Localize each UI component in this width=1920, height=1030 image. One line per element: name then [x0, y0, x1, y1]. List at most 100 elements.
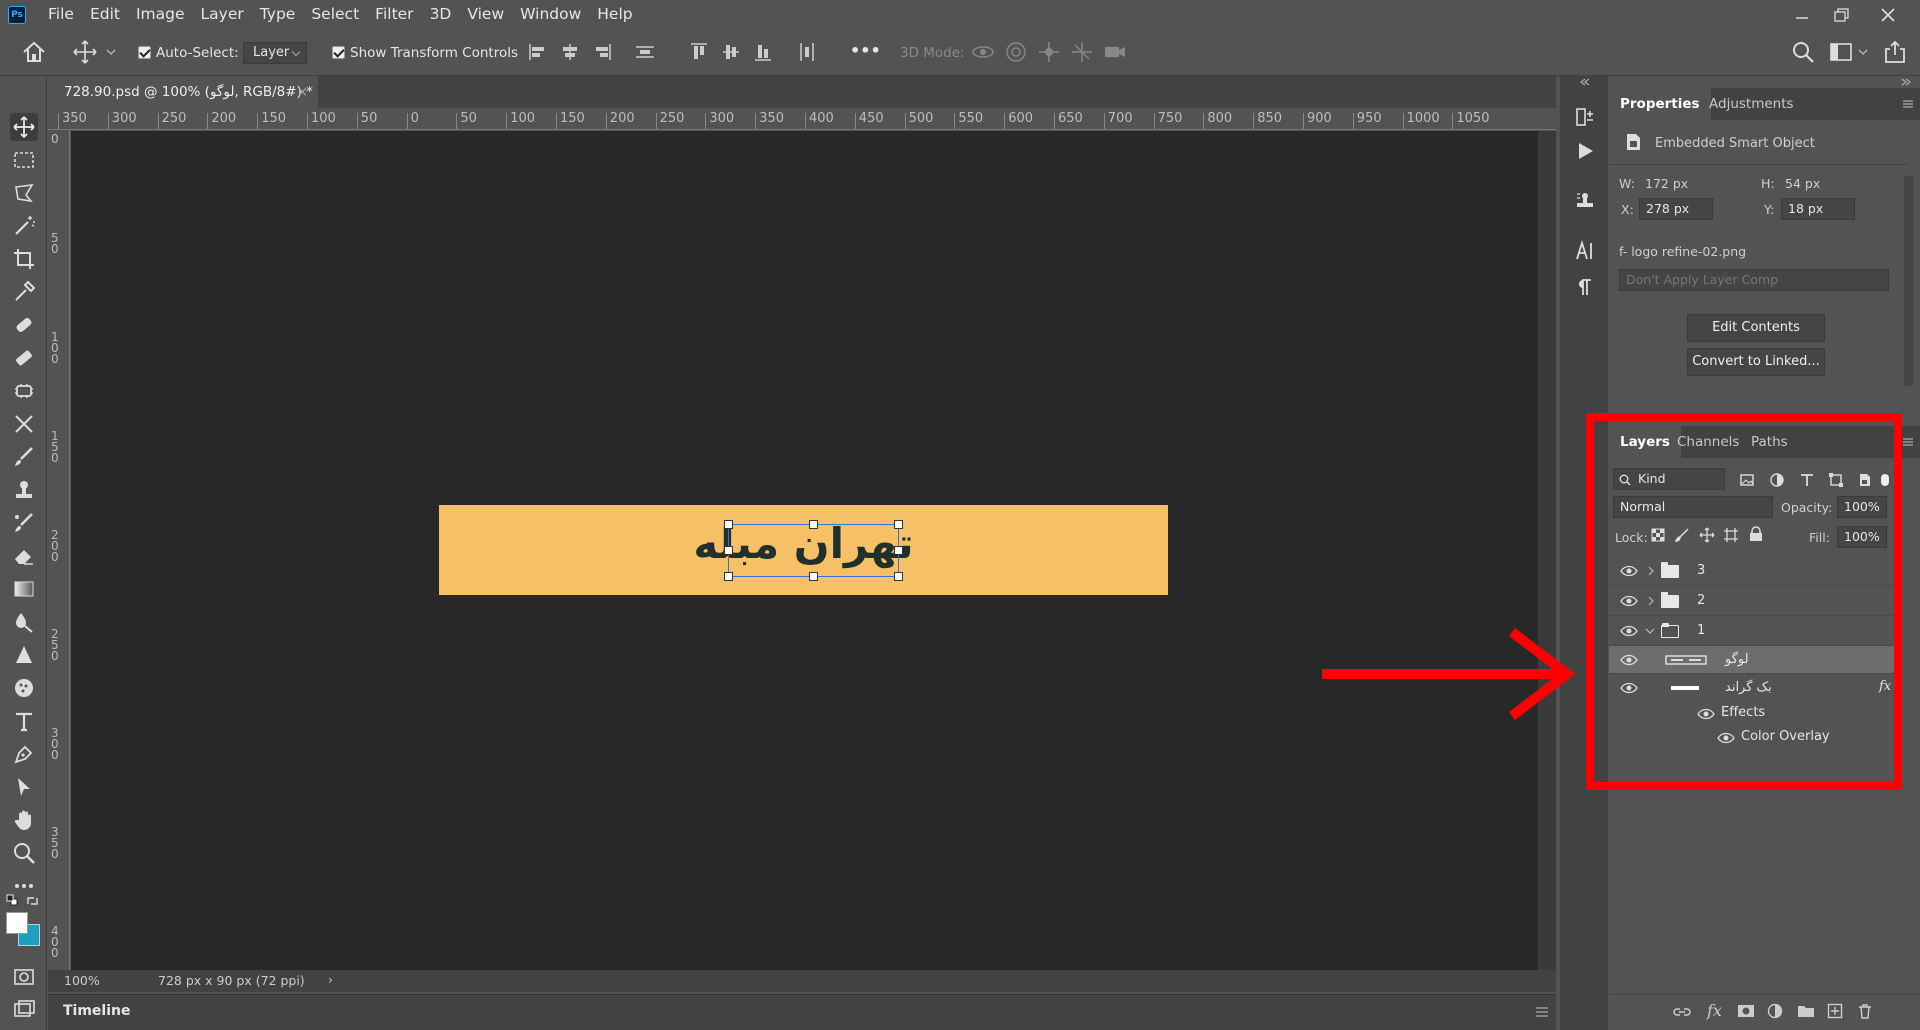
type-tool-icon[interactable] — [10, 707, 38, 735]
new-adjustment-icon[interactable] — [1767, 1003, 1783, 1019]
screen-mode-icon[interactable] — [10, 996, 38, 1024]
align-top-icon[interactable] — [686, 39, 712, 65]
tab-adjustments[interactable]: Adjustments — [1698, 88, 1805, 120]
more-options-icon[interactable]: ••• — [850, 41, 881, 60]
crop-tool-icon[interactable] — [10, 245, 38, 273]
foreground-color-swatch[interactable] — [6, 912, 28, 934]
history-panel-icon[interactable] — [1572, 104, 1598, 130]
move-tool-icon[interactable] — [72, 39, 98, 65]
transform-handle-tr[interactable] — [894, 520, 903, 529]
minimize-icon[interactable] — [1780, 0, 1824, 29]
zoom-level[interactable]: 100% — [64, 973, 100, 988]
x-position-input[interactable]: 278 px — [1639, 198, 1713, 220]
home-icon[interactable] — [21, 39, 47, 65]
healing-brush-icon[interactable] — [10, 311, 38, 339]
stamp-icon[interactable] — [10, 476, 38, 504]
default-colors-icon[interactable] — [6, 894, 18, 906]
properties-scrollbar[interactable] — [1904, 176, 1913, 386]
add-style-fx-icon[interactable]: fx — [1707, 1001, 1722, 1020]
transform-handle-b[interactable] — [809, 572, 818, 581]
close-icon[interactable] — [1866, 0, 1910, 29]
zoom-tool-icon[interactable] — [10, 839, 38, 867]
character-panel-icon[interactable] — [1572, 238, 1598, 264]
paint-brush-icon[interactable] — [10, 443, 38, 471]
gradient-icon[interactable] — [10, 575, 38, 603]
transform-handle-l[interactable] — [724, 546, 733, 555]
align-left-icon[interactable] — [525, 39, 551, 65]
new-layer-icon[interactable] — [1827, 1003, 1843, 1019]
marquee-tool-icon[interactable] — [10, 146, 38, 174]
new-group-icon[interactable] — [1797, 1004, 1815, 1018]
align-bottom-icon[interactable] — [750, 39, 776, 65]
transform-bounding-box[interactable] — [724, 520, 903, 581]
convert-to-linked-button[interactable]: Convert to Linked... — [1687, 348, 1825, 376]
y-position-input[interactable]: 18 px — [1781, 198, 1855, 220]
menu-select[interactable]: Select — [303, 0, 367, 29]
vertical-scrollbar[interactable] — [1538, 131, 1556, 970]
workspace-icon[interactable] — [1828, 39, 1854, 65]
menu-3d[interactable]: 3D — [422, 0, 460, 29]
menu-layer[interactable]: Layer — [193, 0, 252, 29]
distribute-vertical-icon[interactable] — [794, 39, 820, 65]
height-value[interactable]: 54 px — [1785, 176, 1820, 191]
width-value[interactable]: 172 px — [1645, 176, 1688, 191]
menu-type[interactable]: Type — [252, 0, 304, 29]
distribute-icon[interactable] — [632, 39, 658, 65]
layers-menu-icon[interactable] — [1903, 438, 1913, 446]
eyedropper-icon[interactable] — [10, 278, 38, 306]
delete-layer-icon[interactable] — [1857, 1003, 1873, 1019]
eraser-icon[interactable] — [10, 542, 38, 570]
transform-handle-tl[interactable] — [724, 520, 733, 529]
timeline-tab[interactable]: Timeline — [63, 1003, 131, 1019]
move-tool-icon[interactable] — [10, 113, 38, 141]
menu-help[interactable]: Help — [589, 0, 640, 29]
history-brush-icon[interactable] — [10, 410, 38, 438]
menu-view[interactable]: View — [459, 0, 512, 29]
show-transform-checkbox[interactable] — [332, 46, 345, 59]
path-select-icon[interactable] — [10, 773, 38, 801]
document-tab[interactable]: 728.90.psd @ 100% (لوگو, RGB/8#) * × — [48, 76, 318, 108]
hand-tool-icon[interactable] — [10, 806, 38, 834]
align-center-icon[interactable] — [557, 39, 583, 65]
transform-handle-bl[interactable] — [724, 572, 733, 581]
quick-mask-icon[interactable] — [10, 963, 38, 991]
search-icon[interactable] — [1790, 39, 1816, 65]
menu-edit[interactable]: Edit — [82, 0, 128, 29]
tab-properties[interactable]: Properties — [1609, 88, 1711, 120]
clone-stamp-icon[interactable] — [10, 377, 38, 405]
align-middle-icon[interactable] — [718, 39, 744, 65]
art-history-brush-icon[interactable] — [10, 509, 38, 537]
actions-play-icon[interactable] — [1572, 138, 1598, 164]
swap-colors-icon[interactable] — [26, 894, 40, 908]
share-icon[interactable] — [1882, 39, 1908, 65]
blur-tool-icon[interactable] — [10, 608, 38, 636]
auto-select-target-dropdown[interactable]: Layer — [243, 42, 307, 64]
add-mask-icon[interactable] — [1737, 1003, 1755, 1019]
menu-image[interactable]: Image — [128, 0, 193, 29]
auto-select-checkbox[interactable] — [138, 46, 151, 59]
link-layers-icon[interactable] — [1673, 1005, 1691, 1019]
close-tab-icon[interactable]: × — [297, 76, 308, 108]
transform-handle-t[interactable] — [809, 520, 818, 529]
chevron-down-icon[interactable] — [104, 39, 118, 65]
restore-icon[interactable] — [1820, 0, 1864, 29]
transform-handle-br[interactable] — [894, 572, 903, 581]
timeline-menu-icon[interactable] — [1536, 1007, 1548, 1017]
magic-wand-icon[interactable] — [10, 212, 38, 240]
paragraph-panel-icon[interactable] — [1572, 274, 1598, 300]
expand-panels-icon[interactable] — [1901, 78, 1911, 86]
canvas-workspace[interactable]: تهران مبله — [71, 131, 1538, 970]
collapse-icon[interactable] — [1580, 78, 1590, 86]
pen-tool-icon[interactable] — [10, 740, 38, 768]
menu-window[interactable]: Window — [512, 0, 589, 29]
brush-tool-icon[interactable] — [10, 344, 38, 372]
dodge-tool-icon[interactable] — [10, 641, 38, 669]
document-canvas[interactable]: تهران مبله — [439, 505, 1168, 595]
status-arrow-icon[interactable]: › — [328, 972, 333, 987]
properties-menu-icon[interactable] — [1903, 100, 1913, 108]
edit-contents-button[interactable]: Edit Contents — [1687, 314, 1825, 342]
menu-filter[interactable]: Filter — [367, 0, 421, 29]
transform-handle-r[interactable] — [894, 546, 903, 555]
sponge-tool-icon[interactable] — [10, 674, 38, 702]
menu-file[interactable]: File — [40, 0, 82, 29]
